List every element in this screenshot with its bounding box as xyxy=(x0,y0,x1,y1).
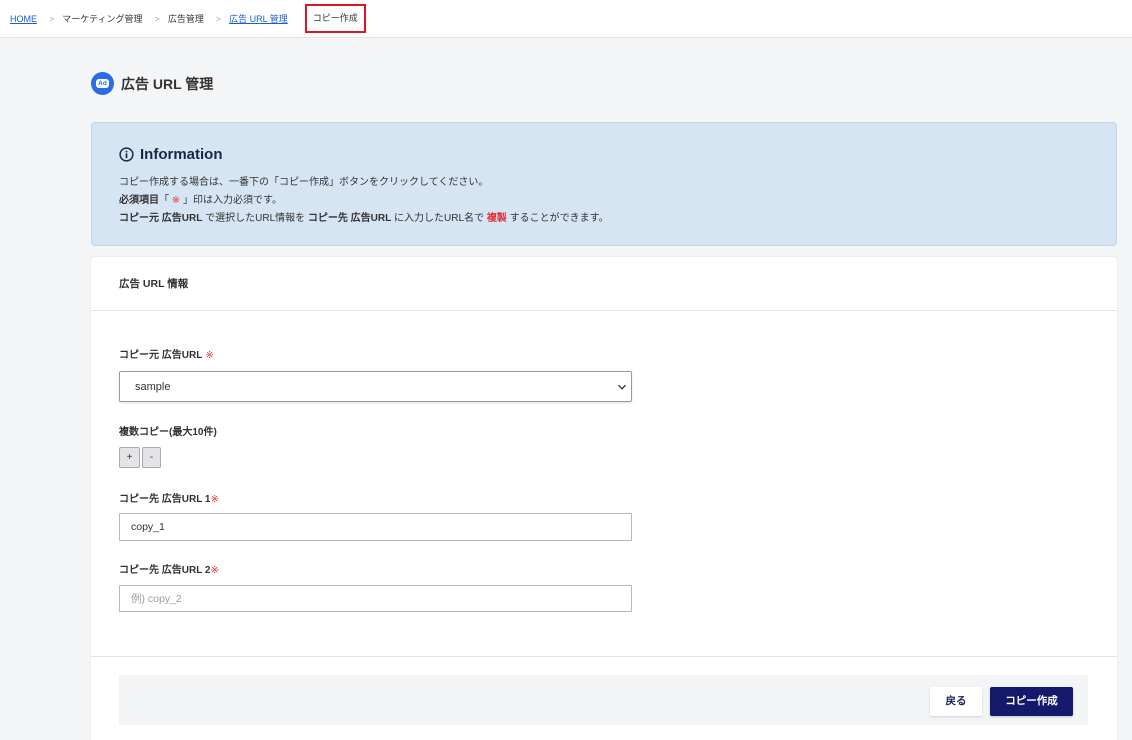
information-title: Information xyxy=(140,145,223,163)
target-url-2-label: コピー先 広告URL 2※ xyxy=(119,564,219,578)
target-url-term: コピー先 広告URL xyxy=(307,213,392,224)
duplicate-emphasis: 複製 xyxy=(486,213,507,224)
information-panel: Information コピー作成する場合は、一番下の「コピー作成」ボタンをクリ… xyxy=(91,122,1117,246)
required-fields-label: 必須項目 xyxy=(119,195,159,206)
target-url-1-label: コピー先 広告URL 1※ xyxy=(119,493,219,507)
breadcrumb-ad-management: 広告管理 xyxy=(167,14,204,24)
breadcrumb-separator: > xyxy=(215,13,222,24)
back-button[interactable]: 戻る xyxy=(930,687,982,716)
page-title: 広告 URL 管理 xyxy=(121,75,214,92)
breadcrumb: HOME > マーケティング管理 > 広告管理 > 広告 URL 管理 コピー作… xyxy=(10,4,366,33)
information-header: Information xyxy=(119,144,223,164)
target-url-2-input[interactable] xyxy=(119,585,632,612)
required-mark: ※ xyxy=(210,565,219,576)
information-line-2: 必須項目「 ※ 」印は入力必須です。 xyxy=(119,192,609,210)
remove-copy-button[interactable]: - xyxy=(142,447,161,468)
required-mark: ※ xyxy=(171,195,181,206)
breadcrumb-separator: > xyxy=(49,13,55,24)
create-copy-button[interactable]: コピー作成 xyxy=(990,687,1073,716)
multi-copy-label: 複数コピー(最大10件) xyxy=(119,426,217,440)
card-header: 広告 URL 情報 xyxy=(91,257,1117,311)
info-text: に入力したURL名で xyxy=(391,213,487,224)
info-text: することができます。 xyxy=(506,213,609,224)
target-url-1-input[interactable] xyxy=(119,513,632,541)
add-copy-button[interactable]: + xyxy=(119,447,140,468)
source-url-term: コピー元 広告URL xyxy=(119,213,203,224)
information-line-3: コピー元 広告URL で選択したURL情報を コピー先 広告URL に入力したU… xyxy=(119,210,609,228)
breadcrumb-separator: > xyxy=(154,13,160,24)
required-mark: ※ xyxy=(205,350,214,361)
source-url-select[interactable]: sample xyxy=(119,371,632,402)
breadcrumb-home-link[interactable]: HOME xyxy=(10,14,37,24)
breadcrumb-ad-url-management-link[interactable]: 広告 URL 管理 xyxy=(229,12,288,25)
form-actions: 戻る コピー作成 xyxy=(119,675,1088,725)
information-text: コピー作成する場合は、一番下の「コピー作成」ボタンをクリックしてください。 必須… xyxy=(119,174,609,228)
info-text: 「 xyxy=(159,195,172,206)
target-url-1-label-text: コピー先 広告URL 1 xyxy=(119,494,211,505)
info-circle-icon xyxy=(119,146,134,162)
multi-copy-label-text: 複数コピー(最大10件) xyxy=(119,427,217,438)
info-text: で選択したURL情報を xyxy=(202,213,308,224)
card-divider xyxy=(91,656,1117,657)
breadcrumb-bar: HOME > マーケティング管理 > 広告管理 > 広告 URL 管理 コピー作… xyxy=(0,0,1132,38)
ad-icon-text: Ad xyxy=(96,79,109,88)
info-text: 」印は入力必須です。 xyxy=(180,195,282,206)
target-url-2-label-text: コピー先 広告URL 2 xyxy=(119,565,211,576)
information-line-1: コピー作成する場合は、一番下の「コピー作成」ボタンをクリックしてください。 xyxy=(119,177,489,188)
ad-url-info-card: 広告 URL 情報 コピー元 広告URL ※ sample 複数コピー(最大10件… xyxy=(91,257,1117,740)
breadcrumb-marketing-management: マーケティング管理 xyxy=(62,14,143,24)
source-url-label-text: コピー元 広告URL xyxy=(119,350,203,361)
required-mark: ※ xyxy=(210,494,219,505)
card-title: 広告 URL 情報 xyxy=(119,278,189,290)
chevron-down-icon xyxy=(618,384,626,390)
ad-icon: Ad xyxy=(91,72,114,95)
source-url-label: コピー元 広告URL ※ xyxy=(119,349,214,363)
page-header: Ad 広告 URL 管理 xyxy=(91,72,213,95)
breadcrumb-current: コピー作成 xyxy=(304,4,366,33)
source-url-selected-value: sample xyxy=(135,381,171,393)
